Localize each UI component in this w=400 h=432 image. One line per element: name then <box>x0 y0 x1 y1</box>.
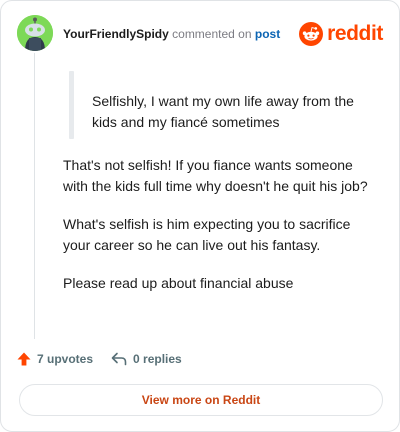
reply-count: 0 replies <box>133 352 182 366</box>
embedded-comment-card: YourFriendlySpidy commented on post redd… <box>0 0 400 432</box>
reply-arrow-icon <box>111 352 127 366</box>
reddit-wordmark: reddit <box>327 22 383 45</box>
comment-body: That's not selfish! If you fiance wants … <box>63 155 381 311</box>
upvote-arrow-icon <box>17 352 31 366</box>
username[interactable]: YourFriendlySpidy <box>63 27 169 41</box>
comment-paragraph: Please read up about financial abuse <box>63 275 294 291</box>
thread-line <box>34 53 35 339</box>
reply-button[interactable]: 0 replies <box>111 352 182 366</box>
reddit-logo[interactable]: reddit <box>299 21 383 47</box>
comment-actions: 7 upvotes 0 replies <box>17 349 182 369</box>
reddit-snoo-icon <box>299 22 324 46</box>
comment-paragraph: What's selfish is him expecting you to s… <box>63 216 351 253</box>
upvote-button[interactable]: 7 upvotes <box>17 352 93 366</box>
view-more-on-reddit-button[interactable]: View more on Reddit <box>19 384 383 416</box>
comment-paragraph: That's not selfish! If you fiance wants … <box>63 157 368 194</box>
post-link[interactable]: post <box>255 27 280 41</box>
avatar[interactable] <box>17 15 53 51</box>
quoted-text: Selfishly, I want my own life away from … <box>92 93 354 130</box>
snoo-avatar-icon <box>17 15 53 51</box>
action-text: commented on <box>172 27 252 41</box>
upvote-count: 7 upvotes <box>37 352 94 366</box>
comment-header: YourFriendlySpidy commented on post <box>63 26 280 42</box>
quote-bar <box>69 71 74 139</box>
